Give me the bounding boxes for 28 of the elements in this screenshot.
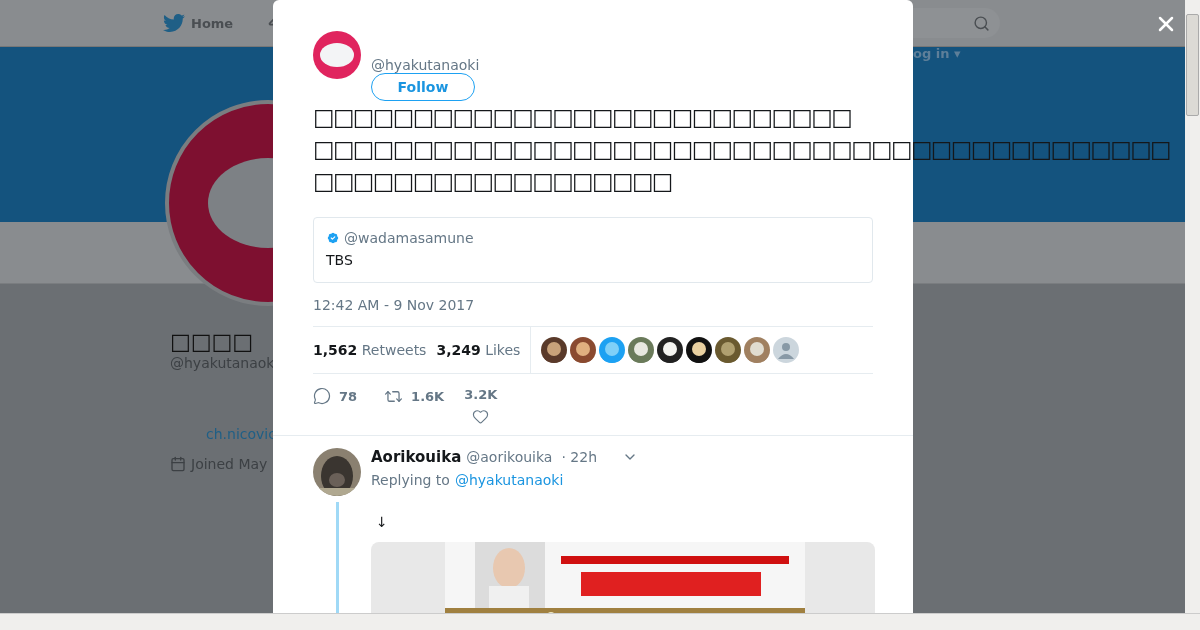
reply-icon xyxy=(313,387,331,405)
heart-icon xyxy=(472,408,490,425)
horizontal-scrollbar[interactable] xyxy=(0,613,1200,630)
calendar-icon xyxy=(170,456,186,472)
profile-name: □□□□ xyxy=(170,329,254,355)
tweet-handle[interactable]: @hyakutanaoki xyxy=(371,57,480,73)
mention-link[interactable]: @hyakutanaoki xyxy=(454,472,564,488)
vertical-scrollbar[interactable] xyxy=(1185,0,1200,614)
reply-button[interactable]: 78 xyxy=(313,387,358,405)
reply-time: · 22h xyxy=(561,449,597,465)
replying-label: Replying to xyxy=(371,472,450,488)
follow-button[interactable]: Follow xyxy=(371,73,475,101)
quoted-handle: @wadamasamune xyxy=(344,230,474,246)
quoted-text: TBS xyxy=(326,252,354,268)
retweet-button[interactable]: 1.6K xyxy=(384,387,445,406)
tweet-timestamp: 12:42 AM - 9 Nov 2017 xyxy=(313,297,476,313)
avatar xyxy=(313,31,361,79)
like-count[interactable]: 3,249 Likes xyxy=(436,342,521,358)
reply-author[interactable]: Aorikouika xyxy=(371,448,462,466)
default-avatar xyxy=(773,337,800,363)
bird-icon xyxy=(163,12,185,34)
like-button[interactable]: 3.2K xyxy=(464,387,498,425)
quoted-tweet[interactable]: @wadamasamune TBS xyxy=(313,217,873,283)
reply-text: ↓ xyxy=(376,514,389,530)
home-link[interactable]: Home xyxy=(163,12,234,34)
reply-handle: @aorikouika xyxy=(466,449,553,465)
retweet-count[interactable]: 1,562 Retweets xyxy=(313,342,427,358)
search-icon xyxy=(973,14,990,32)
